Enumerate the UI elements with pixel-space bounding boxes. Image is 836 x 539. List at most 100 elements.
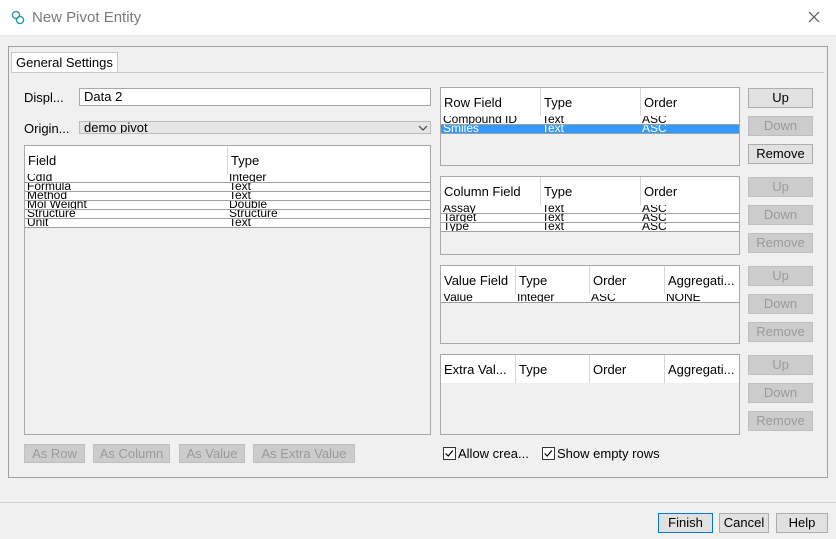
value-down-button[interactable]: Down <box>748 294 813 314</box>
column-header-type[interactable]: Type <box>515 355 589 383</box>
cancel-button[interactable]: Cancel <box>719 513 769 533</box>
value-field-order: ASC <box>591 294 616 303</box>
column-header-aggregation[interactable]: Aggregati... <box>664 355 739 383</box>
value-field-aggregation: NONE <box>666 294 701 303</box>
column-header-order[interactable]: Order <box>589 266 664 294</box>
column-header-type[interactable]: Type <box>515 266 589 294</box>
column-header-aggregation[interactable]: Aggregati... <box>664 266 739 294</box>
value-fields-table[interactable]: Value Field Type Order Aggregati... Valu… <box>440 265 740 344</box>
as-extra-value-button[interactable]: As Extra Value <box>253 444 355 463</box>
row-field-order: ASC <box>642 125 667 134</box>
row-field-type: Text <box>542 116 565 125</box>
table-row[interactable]: Value Integer ASC NONE <box>441 294 739 303</box>
table-row[interactable]: Compound ID Text ASC <box>441 116 739 125</box>
column-down-button[interactable]: Down <box>748 205 813 225</box>
column-field-name: Target <box>443 214 477 223</box>
table-row-selected[interactable]: Smiles Text ASC <box>441 125 739 134</box>
column-header-extra-value-field[interactable]: Extra Val... <box>441 355 515 383</box>
field-type: Text <box>229 219 252 228</box>
extra-remove-button[interactable]: Remove <box>748 411 813 431</box>
table-row[interactable]: Mol Weight Double <box>25 201 430 210</box>
show-empty-rows-checkbox[interactable]: Show empty rows <box>542 446 660 461</box>
chevron-down-icon <box>418 125 428 131</box>
value-table-header: Value Field Type Order Aggregati... <box>441 266 739 294</box>
column-header-order[interactable]: Order <box>589 355 664 383</box>
column-header-field[interactable]: Field <box>25 146 227 174</box>
show-empty-rows-label: Show empty rows <box>557 446 660 461</box>
field-name: Method <box>27 192 68 201</box>
column-up-button[interactable]: Up <box>748 177 813 197</box>
checkmark-icon <box>542 447 555 460</box>
value-field-type: Integer <box>517 294 555 303</box>
column-header-row-field[interactable]: Row Field <box>441 88 540 116</box>
row-remove-button[interactable]: Remove <box>748 144 813 164</box>
table-row[interactable]: Type Text ASC <box>441 223 739 232</box>
tab-general-settings[interactable]: General Settings <box>11 52 118 73</box>
column-header-type[interactable]: Type <box>540 88 640 116</box>
column-header-column-field[interactable]: Column Field <box>441 177 540 205</box>
extra-table-header: Extra Val... Type Order Aggregati... <box>441 355 739 383</box>
value-field-name: Value <box>443 294 473 303</box>
as-row-button[interactable]: As Row <box>24 444 85 463</box>
as-column-button[interactable]: As Column <box>93 444 170 463</box>
table-row[interactable]: Method Text <box>25 192 430 201</box>
field-name: CdId <box>27 174 53 183</box>
table-row[interactable]: Formula Text <box>25 183 430 192</box>
column-field-order: ASC <box>642 223 667 232</box>
row-down-button[interactable]: Down <box>748 116 813 136</box>
allow-create-label: Allow crea... <box>458 446 529 461</box>
column-header-order[interactable]: Order <box>640 177 739 205</box>
origin-select-value: demo pivot <box>84 121 148 134</box>
column-field-type: Text <box>542 214 565 223</box>
origin-select[interactable]: demo pivot <box>79 121 431 134</box>
close-icon[interactable] <box>806 9 822 25</box>
fields-table-header: Field Type <box>25 146 430 174</box>
field-name: Structure <box>27 210 76 219</box>
fields-table[interactable]: Field Type CdId Integer Formula Text Met… <box>24 145 431 435</box>
column-header-type[interactable]: Type <box>227 146 430 174</box>
pivot-entity-icon <box>11 10 25 25</box>
table-row[interactable]: Structure Structure <box>25 210 430 219</box>
row-up-button[interactable]: Up <box>748 88 813 108</box>
field-name: Unit <box>27 219 49 228</box>
title-bar: New Pivot Entity <box>0 0 836 36</box>
table-row[interactable]: Unit Text <box>25 219 430 228</box>
row-field-order: ASC <box>642 116 667 125</box>
field-type: Text <box>229 192 252 201</box>
column-header-value-field[interactable]: Value Field <box>441 266 515 294</box>
value-remove-button[interactable]: Remove <box>748 322 813 342</box>
column-header-type[interactable]: Type <box>540 177 640 205</box>
display-name-input[interactable]: Data 2 <box>79 88 431 106</box>
table-row[interactable]: Target Text ASC <box>441 214 739 223</box>
row-fields-table[interactable]: Row Field Type Order Compound ID Text AS… <box>440 87 740 166</box>
field-type: Text <box>229 183 252 192</box>
column-remove-button[interactable]: Remove <box>748 233 813 253</box>
row-field-type: Text <box>542 125 565 134</box>
value-up-button[interactable]: Up <box>748 266 813 286</box>
column-fields-table[interactable]: Column Field Type Order Assay Text ASC T… <box>440 176 740 255</box>
column-field-name: Type <box>443 223 470 232</box>
field-name: Formula <box>27 183 72 192</box>
finish-button[interactable]: Finish <box>658 513 713 533</box>
field-type: Structure <box>229 210 278 219</box>
field-type: Double <box>229 201 268 210</box>
column-field-type: Text <box>542 205 565 214</box>
extra-down-button[interactable]: Down <box>748 383 813 403</box>
help-button[interactable]: Help <box>776 513 828 533</box>
column-header-order[interactable]: Order <box>640 88 739 116</box>
allow-create-checkbox[interactable]: Allow crea... <box>443 446 529 461</box>
window-title: New Pivot Entity <box>32 9 142 26</box>
row-field-name: Smiles <box>443 125 480 134</box>
field-type: Integer <box>229 174 267 183</box>
as-value-button[interactable]: As Value <box>179 444 245 463</box>
extra-value-fields-table[interactable]: Extra Val... Type Order Aggregati... <box>440 354 740 435</box>
row-table-header: Row Field Type Order <box>441 88 739 116</box>
table-row[interactable]: CdId Integer <box>25 174 430 183</box>
origin-label: Origin... <box>24 121 70 136</box>
column-table-header: Column Field Type Order <box>441 177 739 205</box>
table-row[interactable]: Assay Text ASC <box>441 205 739 214</box>
extra-up-button[interactable]: Up <box>748 355 813 375</box>
display-label: Displ... <box>24 90 64 105</box>
column-field-type: Text <box>542 223 565 232</box>
column-field-order: ASC <box>642 214 667 223</box>
